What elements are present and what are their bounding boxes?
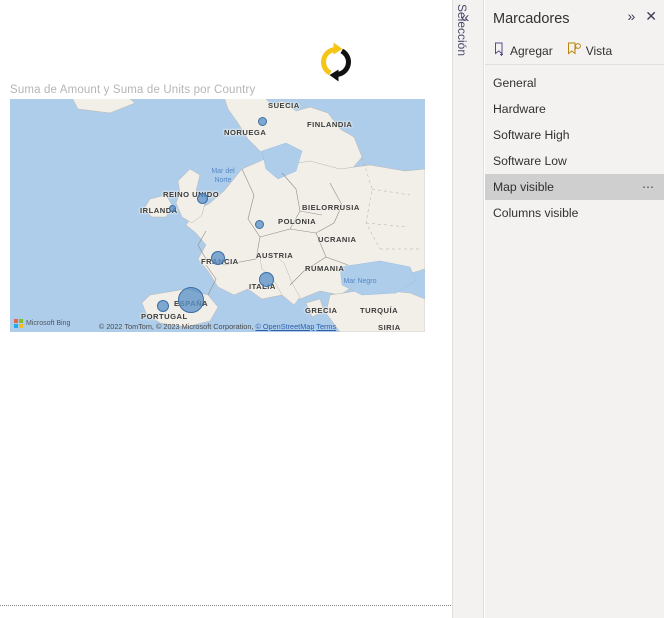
bookmark-label: Hardware [493, 102, 546, 116]
bookmark-label: General [493, 76, 536, 90]
add-bookmark-label: Agregar [510, 44, 553, 58]
bookmark-item-map-visible[interactable]: Map visible ⋯ [485, 174, 664, 200]
power-bi-report-window: Suma de Amount y Suma de Units por Count… [0, 0, 664, 618]
bookmark-label: Software Low [493, 154, 567, 168]
bookmark-label: Software High [493, 128, 570, 142]
map-bubble-alemania[interactable] [255, 220, 264, 229]
view-bookmark-label: Vista [586, 44, 612, 58]
seleccion-pane-collapsed[interactable]: « Selección [452, 0, 484, 618]
map-bubble-reino-unido[interactable] [197, 193, 208, 204]
view-bookmark-icon [567, 42, 582, 61]
view-bookmark-button[interactable]: Vista [567, 42, 612, 61]
map-visual[interactable]: SUECIA FINLANDIA NORUEGA Mar del Norte R… [10, 99, 425, 332]
map-bubble-italia[interactable] [259, 272, 274, 287]
bookmarks-pane-header: Marcadores » ✕ [485, 0, 664, 38]
bookmark-item-hardware[interactable]: Hardware [485, 96, 664, 122]
terms-link[interactable]: Terms [316, 322, 336, 331]
bookmarks-pane-title: Marcadores [493, 11, 570, 27]
report-canvas[interactable]: Suma de Amount y Suma de Units por Count… [0, 0, 452, 618]
openstreetmap-link[interactable]: © OpenStreetMap [255, 322, 314, 331]
bookmark-item-general[interactable]: General [485, 70, 664, 96]
ellipsis-icon[interactable]: ⋯ [642, 181, 655, 193]
attribution-text: © 2022 TomTom, © 2023 Microsoft Corporat… [99, 322, 256, 331]
refresh-sync-icon[interactable] [312, 38, 360, 86]
bookmarks-toolbar: Agregar Vista [485, 38, 664, 65]
bookmarks-list: General Hardware Software High Software … [485, 65, 664, 226]
map-bubble-francia[interactable] [211, 251, 225, 265]
canvas-page-boundary [0, 605, 451, 606]
add-bookmark-icon [493, 42, 506, 61]
map-attribution: © 2022 TomTom, © 2023 Microsoft Corporat… [10, 322, 425, 331]
bookmark-label: Map visible [493, 180, 554, 194]
map-bubble-irlanda[interactable] [169, 205, 176, 212]
chevron-double-right-icon[interactable]: » [627, 9, 635, 23]
map-bubble-portugal[interactable] [157, 300, 169, 312]
map-bubble-noruega[interactable] [258, 117, 267, 126]
bookmark-item-columns-visible[interactable]: Columns visible [485, 200, 664, 226]
visual-title: Suma de Amount y Suma de Units por Count… [10, 84, 255, 96]
bookmark-label: Columns visible [493, 206, 578, 220]
map-bubble-espana[interactable] [178, 287, 204, 313]
seleccion-pane-label: Selección [455, 4, 469, 68]
bookmark-item-software-high[interactable]: Software High [485, 122, 664, 148]
bookmarks-pane: Marcadores » ✕ Agregar [485, 0, 664, 618]
bookmark-item-software-low[interactable]: Software Low [485, 148, 664, 174]
add-bookmark-button[interactable]: Agregar [493, 42, 553, 61]
close-icon[interactable]: ✕ [645, 9, 657, 23]
